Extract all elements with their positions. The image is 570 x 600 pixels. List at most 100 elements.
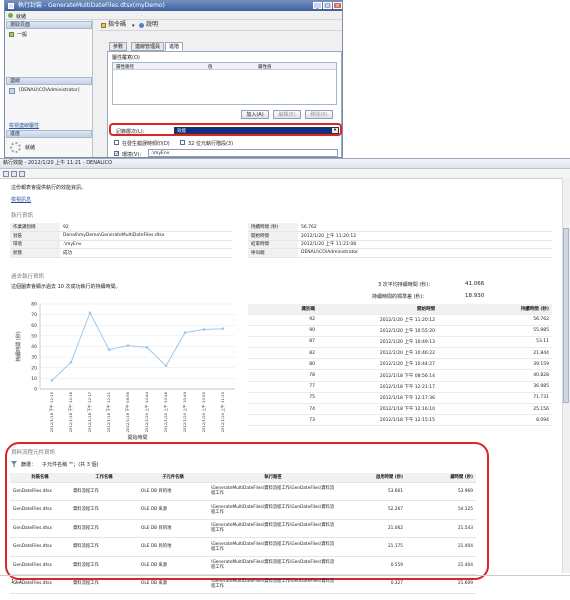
kv-key: 開始時間 — [248, 231, 298, 241]
environment-select[interactable]: .\myEnv — [148, 149, 338, 157]
y-tick-label: 40 — [31, 344, 37, 350]
cell-total-time: 21.543 — [406, 519, 476, 538]
tab-parameters[interactable]: 參數 — [109, 42, 128, 51]
col-package-name[interactable]: 封裝名稱 — [10, 473, 70, 483]
environment-checkbox[interactable]: ✓ — [114, 151, 120, 157]
col-execution-path[interactable]: 執行路徑 — [208, 473, 338, 483]
cell-id: 74 — [248, 403, 318, 416]
table-row: 78 2012/1/18 下午 08:56:14 40.828 — [248, 369, 552, 382]
progress-header: 進度 — [6, 130, 92, 138]
refresh-icon[interactable] — [3, 171, 9, 177]
cell-start-time: 2012/1/20 上午 10:49:13 — [318, 336, 438, 349]
data-point — [126, 344, 130, 347]
progress-spinner-icon — [10, 142, 21, 153]
page-general-item[interactable]: 一般 — [17, 31, 27, 38]
kv-row: 狀態 成功 — [10, 248, 232, 258]
checkmark-icon: ✓ — [115, 151, 120, 157]
cell-active-time: 53.661 — [338, 482, 406, 501]
filter-value: 子元件名稱 ""；(共 3 個) — [42, 462, 99, 468]
logging-level-value: 效能 — [177, 129, 186, 134]
y-axis-label: 持續時間 (秒) — [15, 331, 22, 362]
kv-row: 結束時間 2012/1/20 上午 11:21:08 — [248, 240, 552, 249]
cell-id: 82 — [248, 347, 318, 360]
cell-id: 92 — [248, 314, 318, 326]
col-property-value: 屬性值 — [258, 65, 272, 70]
minimize-button[interactable]: _ — [313, 2, 322, 9]
help-button[interactable]: 說明 — [146, 21, 158, 29]
x-tick-label: 2012/1/20 上午 10:44 — [144, 391, 149, 432]
exec-info-right-table: 持續時間 (秒) 56.762 開始時間 2012/1/20 上午 11:20:12… — [248, 223, 552, 258]
cell-package: GenDateFiles.dtsx — [10, 519, 70, 538]
y-tick-label: 30 — [31, 355, 37, 361]
y-tick-label: 70 — [31, 312, 37, 318]
dump-on-errors-checkbox[interactable] — [114, 140, 119, 145]
col-total-time[interactable]: 總時間 (秒) — [406, 473, 476, 483]
exec-info-left-table: 作業識別碼 92 封裝 Denali\myDemo\GenerateMultiDat… — [10, 223, 232, 258]
cell-id: 75 — [248, 392, 318, 405]
maximize-button[interactable]: □ — [323, 2, 332, 9]
cell-duration: 56.762 — [438, 314, 552, 326]
cell-start-time: 2012/1/20 上午 10:44:27 — [318, 358, 438, 371]
cell-total-time: 21.609 — [406, 574, 476, 594]
dump-on-errors-label: 在發生錯誤時傾印(D) — [122, 141, 170, 147]
connection-user: [DENALI\CO\Administrator] — [19, 88, 80, 93]
dialog-title: 執行封裝 - GenerateMultiDateFiles.dtsx(myDem… — [18, 2, 165, 9]
table-row: GenDateFiles.dtsx 資料流程工作 OLE DB 來源 \Generat… — [10, 574, 476, 594]
past-exec-note: 這個圖表會顯示過去 10 次成功執行的持續時間。 — [11, 284, 121, 290]
runtime-32bit-checkbox[interactable] — [180, 140, 185, 145]
dropdown-arrow-icon[interactable]: ▾ — [132, 23, 135, 29]
cell-total-time: 21.404 — [406, 537, 476, 557]
col-active-time[interactable]: 啟用時間 (秒) — [338, 473, 406, 483]
page-indicator: 1 / 1 — [11, 579, 23, 585]
left-pane: 選取頁面 一般 連線 [DENALI\CO\Administrator] 檢視連… — [5, 20, 93, 157]
col-start-time[interactable]: 開始時間 — [318, 304, 438, 315]
col-task-name[interactable]: 工作名稱 — [70, 473, 138, 483]
cell-package: GenDateFiles.dtsx — [10, 556, 70, 575]
scrollbar-thumb[interactable] — [563, 228, 569, 403]
table-row: 82 2012/1/20 上午 10:46:22 21.844 — [248, 347, 552, 360]
cell-start-time: 2012/1/20 上午 10:55:20 — [318, 325, 438, 337]
kv-row: 開始時間 2012/1/20 上午 11:20:12 — [248, 231, 552, 241]
add-button[interactable]: 加入(A) — [241, 110, 269, 119]
data-point — [221, 327, 225, 330]
col-duration[interactable]: 持續時間 (秒) — [438, 304, 552, 315]
col-subcomponent-name[interactable]: 子元件名稱 — [138, 473, 208, 483]
table-row: 73 2012/1/18 下午 12:15:15 8.094 — [248, 414, 552, 427]
export-icon[interactable] — [19, 171, 25, 177]
select-arrow-icon[interactable]: ▾ — [332, 127, 338, 133]
data-point — [50, 379, 54, 382]
kv-key: 封裝 — [10, 231, 60, 241]
close-button[interactable]: × — [333, 2, 342, 9]
avg-label: 3 次平均持續時間 (秒)： — [378, 282, 434, 288]
view-messages-link[interactable]: 檢視訊息 — [11, 196, 31, 203]
runtime-32bit-label: 32 位元執行階段(3) — [188, 141, 234, 147]
ready-label: 就緒 — [16, 14, 27, 20]
script-button[interactable]: 指令碼 — [108, 21, 126, 29]
cell-subcomponent: OLE DB 來源 — [138, 500, 208, 520]
print-icon[interactable] — [11, 171, 17, 177]
remove-button[interactable]: 移除(R) — [305, 110, 333, 119]
table-row: 92 2012/1/20 上午 11:20:12 56.762 — [248, 314, 552, 326]
cell-duration: 8.094 — [438, 414, 552, 427]
advanced-tab-panel: 屬性覆寫(O) 屬性路徑 值 屬性值 加入(A) 編輯(E) 移除(R) 記錄層… — [107, 51, 342, 157]
script-icon — [101, 23, 106, 28]
tab-connection-managers[interactable]: 連線管理員 — [131, 42, 165, 51]
kv-value: 56.762 — [298, 223, 552, 232]
col-id[interactable]: 識別碼 — [248, 304, 318, 315]
cell-subcomponent: OLE DB 來源 — [138, 574, 208, 594]
tab-advanced[interactable]: 進階 — [165, 42, 184, 51]
logging-level-select[interactable]: 效能 ▾ — [174, 126, 339, 134]
cell-subcomponent: OLE DB 目的地 — [138, 519, 208, 538]
components-heading: 資料流程元件資訊 — [11, 450, 56, 456]
kv-row: 作業識別碼 92 — [10, 223, 232, 232]
property-override-grid[interactable]: 屬性路徑 值 屬性值 — [112, 62, 337, 105]
kv-value: 92 — [60, 223, 232, 232]
dialog-titlebar: 執行封裝 - GenerateMultiDateFiles.dtsx(myDem… — [5, 1, 342, 11]
table-row: 74 2012/1/18 下午 12:16:10 25.156 — [248, 403, 552, 416]
view-connection-properties-link[interactable]: 檢視連線屬性 — [9, 122, 39, 129]
edit-button[interactable]: 編輯(E) — [273, 110, 301, 119]
table-row: GenDateFiles.dtsx 資料流程工作 OLE DB 來源 \Generat… — [10, 556, 476, 575]
cell-duration: 55.985 — [438, 325, 552, 337]
cell-path: \GenerateMultiDateFiles\資料流程工作\GenDateFi… — [208, 500, 338, 520]
cell-duration: 21.844 — [438, 347, 552, 360]
